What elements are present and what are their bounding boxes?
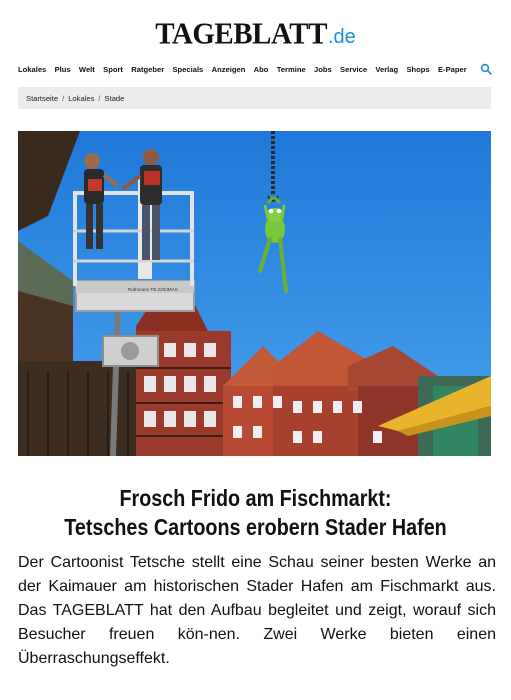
breadcrumb-separator: /	[98, 93, 101, 103]
breadcrumb-lokales[interactable]: Lokales	[68, 94, 94, 103]
nav-item-ratgeber[interactable]: Ratgeber	[131, 65, 164, 74]
nav-item-shops[interactable]: Shops	[406, 65, 429, 74]
nav-item-verlag[interactable]: Verlag	[375, 65, 398, 74]
nav-item-service[interactable]: Service	[340, 65, 367, 74]
article-teaser: Der Cartoonist Tetsche stellt eine Schau…	[18, 554, 496, 667]
logo-wordmark: TAGEBLATT	[155, 17, 327, 51]
breadcrumb: Startseite / Lokales / Stade	[18, 87, 491, 109]
nav-item-lokales[interactable]: Lokales	[18, 65, 46, 74]
nav-item-welt[interactable]: Welt	[79, 65, 95, 74]
nav-item-anzeigen[interactable]: Anzeigen	[212, 65, 246, 74]
search-icon[interactable]	[480, 62, 492, 75]
headline-line-1: Frosch Frido am Fischmarkt:	[119, 485, 392, 511]
nav-item-plus[interactable]: Plus	[55, 65, 71, 74]
article-headline[interactable]: Frosch Frido am Fischmarkt: Tetsches Car…	[51, 484, 460, 542]
breadcrumb-startseite[interactable]: Startseite	[26, 94, 58, 103]
main-navigation: Lokales Plus Welt Sport Ratgeber Special…	[18, 62, 494, 76]
headline-line-2: Tetsches Cartoons erobern Stader Hafen	[64, 514, 447, 540]
svg-text:Ruthmann TB 220/IMAS: Ruthmann TB 220/IMAS	[128, 287, 178, 292]
nav-item-abo[interactable]: Abo	[254, 65, 269, 74]
site-logo[interactable]: TAGEBLATT .de	[155, 17, 356, 51]
nav-item-specials[interactable]: Specials	[172, 65, 203, 74]
article-hero-image[interactable]: Ruthmann TB 220/IMAS	[18, 131, 491, 456]
hero-photo: Ruthmann TB 220/IMAS	[18, 131, 491, 456]
breadcrumb-separator: /	[62, 93, 65, 103]
nav-item-termine[interactable]: Termine	[277, 65, 306, 74]
logo-domain: .de	[327, 26, 356, 48]
site-header: TAGEBLATT .de	[0, 17, 511, 54]
nav-item-sport[interactable]: Sport	[103, 65, 123, 74]
nav-item-epaper[interactable]: E-Paper	[438, 65, 467, 74]
nav-item-jobs[interactable]: Jobs	[314, 65, 332, 74]
breadcrumb-stade[interactable]: Stade	[105, 94, 125, 103]
